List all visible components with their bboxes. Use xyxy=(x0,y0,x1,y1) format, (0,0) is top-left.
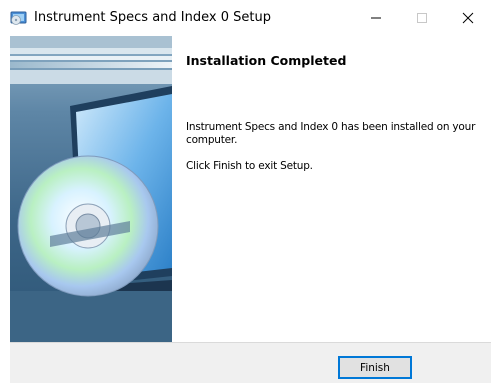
window-left-edge xyxy=(0,36,10,383)
window-title: Instrument Specs and Index 0 Setup xyxy=(34,10,271,25)
setup-window: Instrument Specs and Index 0 Setup Insta… xyxy=(0,0,491,383)
setup-banner-image xyxy=(10,36,172,342)
close-icon xyxy=(462,9,474,28)
maximize-button[interactable] xyxy=(399,0,445,36)
finish-instruction: Click Finish to exit Setup. xyxy=(186,160,313,172)
installer-icon xyxy=(10,10,28,26)
page-title: Installation Completed xyxy=(186,53,347,68)
maximize-icon xyxy=(416,9,428,28)
button-bar: Finish xyxy=(10,342,491,383)
completion-message: Instrument Specs and Index 0 has been in… xyxy=(186,121,476,146)
content-panel: Installation Completed Instrument Specs … xyxy=(172,36,491,342)
cd-disc-monitor-banner xyxy=(10,36,172,342)
finish-button[interactable]: Finish xyxy=(338,356,412,379)
minimize-button[interactable] xyxy=(353,0,399,36)
minimize-icon xyxy=(370,9,382,28)
close-button[interactable] xyxy=(445,0,491,36)
title-bar[interactable]: Instrument Specs and Index 0 Setup xyxy=(0,0,491,36)
